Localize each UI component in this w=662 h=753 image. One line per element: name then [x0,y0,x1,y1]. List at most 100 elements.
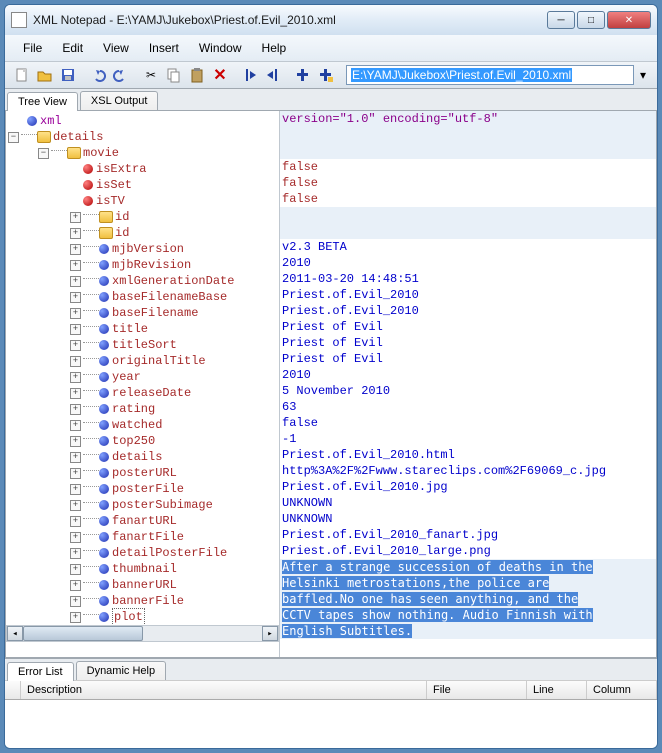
expand-icon[interactable]: + [70,308,81,319]
val-titlesort[interactable]: Priest of Evil [280,335,656,351]
val-title[interactable]: Priest of Evil [280,319,656,335]
val-originaltitle[interactable]: Priest of Evil [280,351,656,367]
node-posterurl[interactable]: +posterURL [6,465,279,481]
value-pane[interactable]: version="1.0" encoding="utf-8" false fal… [280,111,656,657]
val-id1-empty[interactable] [280,207,656,223]
scroll-thumb[interactable] [23,626,143,641]
node-plot[interactable]: +plot [6,609,279,625]
val-watched[interactable]: false [280,415,656,431]
maximize-button[interactable]: □ [577,11,605,29]
tab-error-list[interactable]: Error List [7,662,74,681]
node-top250[interactable]: +top250 [6,433,279,449]
minimize-button[interactable]: ─ [547,11,575,29]
val-isset[interactable]: false [280,175,656,191]
node-watched[interactable]: +watched [6,417,279,433]
expand-icon[interactable]: + [70,276,81,287]
expand-icon[interactable]: + [70,228,81,239]
close-button[interactable]: ✕ [607,11,651,29]
node-fanarturl[interactable]: +fanartURL [6,513,279,529]
node-detailposterfile[interactable]: +detailPosterFile [6,545,279,561]
node-bannerurl[interactable]: +bannerURL [6,577,279,593]
col-column[interactable]: Column [587,681,657,699]
val-posterfile[interactable]: Priest.of.Evil_2010.jpg [280,479,656,495]
tab-xsl-output[interactable]: XSL Output [80,91,158,110]
insert-attribute-icon[interactable] [315,64,337,86]
val-posterurl[interactable]: http%3A%2F%2Fwww.stareclips.com%2F69069_… [280,463,656,479]
node-year[interactable]: +year [6,369,279,385]
val-year[interactable]: 2010 [280,367,656,383]
col-icon[interactable] [5,681,21,699]
node-basefilename[interactable]: +baseFilename [6,305,279,321]
node-id1[interactable]: +id [6,209,279,225]
expand-icon[interactable]: + [70,532,81,543]
val-postersubimage[interactable]: UNKNOWN [280,495,656,511]
new-file-icon[interactable] [11,64,33,86]
val-isextra[interactable]: false [280,159,656,175]
menu-edit[interactable]: Edit [54,39,91,57]
expand-icon[interactable]: + [70,324,81,335]
node-xml[interactable]: xml [6,113,279,129]
expand-icon[interactable]: + [70,580,81,591]
tab-dynamic-help[interactable]: Dynamic Help [76,661,166,680]
col-description[interactable]: Description [21,681,427,699]
node-originaltitle[interactable]: +originalTitle [6,353,279,369]
val-xmlgendate[interactable]: 2011-03-20 14:48:51 [280,271,656,287]
node-postersubimage[interactable]: +posterSubimage [6,497,279,513]
expand-icon[interactable]: + [70,500,81,511]
node-istv[interactable]: isTV [6,193,279,209]
val-top250[interactable]: -1 [280,431,656,447]
node-basefilenamebase[interactable]: +baseFilenameBase [6,289,279,305]
val-rating[interactable]: 63 [280,399,656,415]
val-fanartfile[interactable]: Priest.of.Evil_2010_fanart.jpg [280,527,656,543]
expand-icon[interactable]: + [70,292,81,303]
address-input[interactable]: E:\YAMJ\Jukebox\Priest.of.Evil_2010.xml [346,65,634,85]
node-details[interactable]: −details [6,129,279,145]
expand-icon[interactable]: + [70,404,81,415]
val-basefilename[interactable]: Priest.of.Evil_2010 [280,303,656,319]
delete-icon[interactable]: ✕ [209,64,231,86]
expand-icon[interactable]: + [70,420,81,431]
menu-help[interactable]: Help [254,39,295,57]
expand-icon[interactable]: + [70,212,81,223]
address-dropdown-icon[interactable]: ▾ [635,68,651,82]
expand-icon[interactable]: + [70,244,81,255]
node-thumbnail[interactable]: +thumbnail [6,561,279,577]
collapse-icon[interactable]: − [8,132,19,143]
save-icon[interactable] [57,64,79,86]
undo-icon[interactable] [87,64,109,86]
expand-icon[interactable]: + [70,516,81,527]
expand-icon[interactable]: + [70,356,81,367]
scroll-left-icon[interactable]: ◂ [7,626,23,641]
paste-icon[interactable] [186,64,208,86]
val-xmldecl[interactable]: version="1.0" encoding="utf-8" [280,111,656,127]
cut-icon[interactable]: ✂ [140,64,162,86]
menu-file[interactable]: File [15,39,50,57]
open-file-icon[interactable] [34,64,56,86]
val-mjbversion[interactable]: v2.3 BETA [280,239,656,255]
copy-icon[interactable] [163,64,185,86]
tree-pane[interactable]: xml −details −movie isExtra isSet isTV +… [6,111,280,657]
expand-icon[interactable]: + [70,260,81,271]
expand-icon[interactable]: + [70,596,81,607]
node-bannerfile[interactable]: +bannerFile [6,593,279,609]
collapse-icon[interactable]: − [38,148,49,159]
node-mjbrevision[interactable]: +mjbRevision [6,257,279,273]
tab-tree-view[interactable]: Tree View [7,92,78,111]
tree-scrollbar[interactable]: ◂ ▸ [6,625,279,642]
node-releasedate[interactable]: +releaseDate [6,385,279,401]
expand-icon[interactable]: + [70,436,81,447]
node-xmlgendate[interactable]: +xmlGenerationDate [6,273,279,289]
node-fanartfile[interactable]: +fanartFile [6,529,279,545]
val-id2-empty[interactable] [280,223,656,239]
titlebar[interactable]: XML Notepad - E:\YAMJ\Jukebox\Priest.of.… [5,5,657,35]
menu-insert[interactable]: Insert [141,39,187,57]
val-mjbrevision[interactable]: 2010 [280,255,656,271]
col-line[interactable]: Line [527,681,587,699]
expand-icon[interactable]: + [70,372,81,383]
node-movie[interactable]: −movie [6,145,279,161]
node-posterfile[interactable]: +posterFile [6,481,279,497]
node-mjbversion[interactable]: +mjbVersion [6,241,279,257]
expand-icon[interactable]: + [70,548,81,559]
expand-icon[interactable]: + [70,452,81,463]
val-fanarturl[interactable]: UNKNOWN [280,511,656,527]
